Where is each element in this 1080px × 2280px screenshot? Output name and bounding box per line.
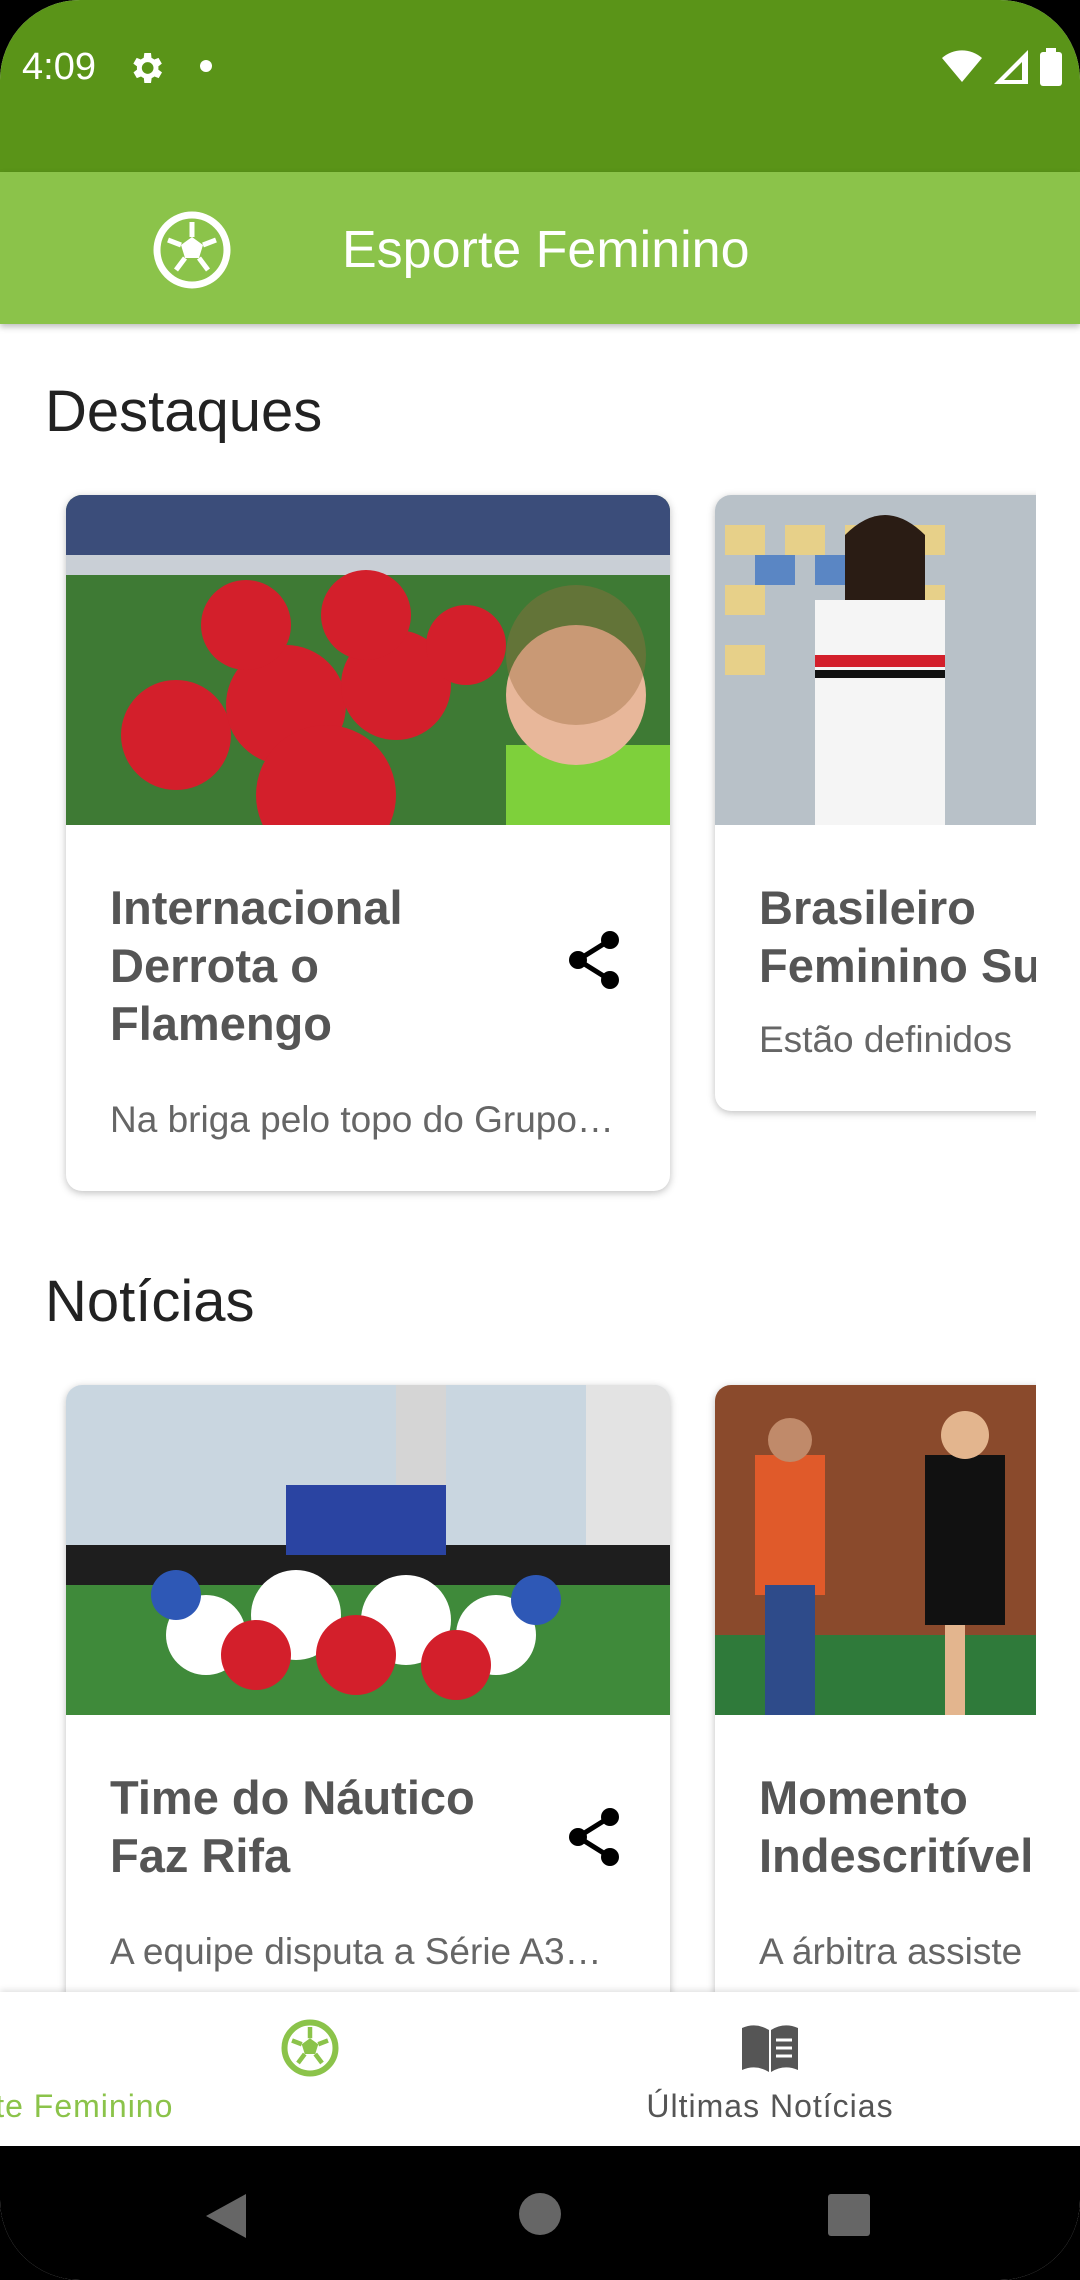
card-image bbox=[66, 1385, 670, 1715]
nav-label: Últimas Notícias bbox=[646, 2088, 894, 2124]
highlight-card[interactable]: Brasileiro Feminino Su Estão definidos bbox=[715, 495, 1036, 1111]
back-icon[interactable] bbox=[206, 2194, 246, 2238]
nav-item-esporte-feminino[interactable]: Esporte Feminino bbox=[0, 1992, 580, 2146]
card-title: Momento Indescritível bbox=[759, 1771, 1034, 1882]
card-image bbox=[715, 495, 1036, 825]
battery-icon bbox=[1040, 48, 1062, 86]
status-icons bbox=[942, 48, 1062, 86]
card-subtitle: A árbitra assiste bbox=[759, 1931, 1023, 1972]
card-image bbox=[715, 1385, 1036, 1715]
section-title-highlights: Destaques bbox=[45, 379, 323, 444]
status-bar: 4:09 bbox=[0, 0, 1080, 172]
status-time: 4:09 bbox=[22, 46, 96, 88]
news-carousel[interactable]: Time do Náutico Faz Rifa A equipe disput… bbox=[0, 1370, 1036, 1992]
signal-icon bbox=[994, 50, 1028, 84]
section-title-news: Notícias bbox=[45, 1269, 255, 1334]
card-title: Brasileiro Feminino Su bbox=[759, 881, 1036, 992]
bottom-navigation: Esporte Feminino Últimas Notícias bbox=[0, 1992, 1080, 2146]
news-card[interactable]: Time do Náutico Faz Rifa A equipe disput… bbox=[66, 1385, 670, 1992]
card-subtitle: A equipe disputa a Série A3… bbox=[110, 1931, 602, 1972]
share-icon[interactable] bbox=[566, 1807, 622, 1867]
news-card[interactable]: Momento Indescritível A árbitra assiste bbox=[715, 1385, 1036, 1992]
card-image bbox=[66, 495, 670, 825]
settings-icon bbox=[133, 53, 162, 83]
share-icon[interactable] bbox=[566, 930, 622, 990]
phone-screen: 4:09 Esporte Feminino Destaques Internac… bbox=[0, 0, 1080, 2280]
card-subtitle: Na briga pelo topo do Grupo… bbox=[110, 1099, 614, 1140]
system-navigation-bar bbox=[0, 2146, 1080, 2280]
soccer-ball-icon bbox=[153, 211, 231, 289]
app-bar: Esporte Feminino bbox=[0, 172, 1080, 324]
book-icon bbox=[742, 2025, 798, 2072]
nav-label: Esporte Feminino bbox=[0, 2088, 174, 2124]
wifi-icon bbox=[942, 50, 982, 82]
highlight-card[interactable]: Internacional Derrota o Flamengo Na brig… bbox=[66, 495, 670, 1191]
card-title: Internacional Derrota o Flamengo bbox=[110, 881, 403, 1050]
app-title: Esporte Feminino bbox=[342, 221, 750, 279]
soccer-ball-icon bbox=[281, 2019, 339, 2077]
highlights-carousel[interactable]: Internacional Derrota o Flamengo Na brig… bbox=[0, 480, 1036, 1220]
card-subtitle: Estão definidos bbox=[759, 1019, 1013, 1060]
recents-icon[interactable] bbox=[828, 2194, 870, 2236]
notification-dot-icon bbox=[200, 60, 212, 72]
card-title: Time do Náutico Faz Rifa bbox=[110, 1771, 475, 1882]
home-icon[interactable] bbox=[518, 2192, 562, 2236]
nav-item-ultimas-noticias[interactable]: Últimas Notícias bbox=[500, 1992, 1040, 2146]
